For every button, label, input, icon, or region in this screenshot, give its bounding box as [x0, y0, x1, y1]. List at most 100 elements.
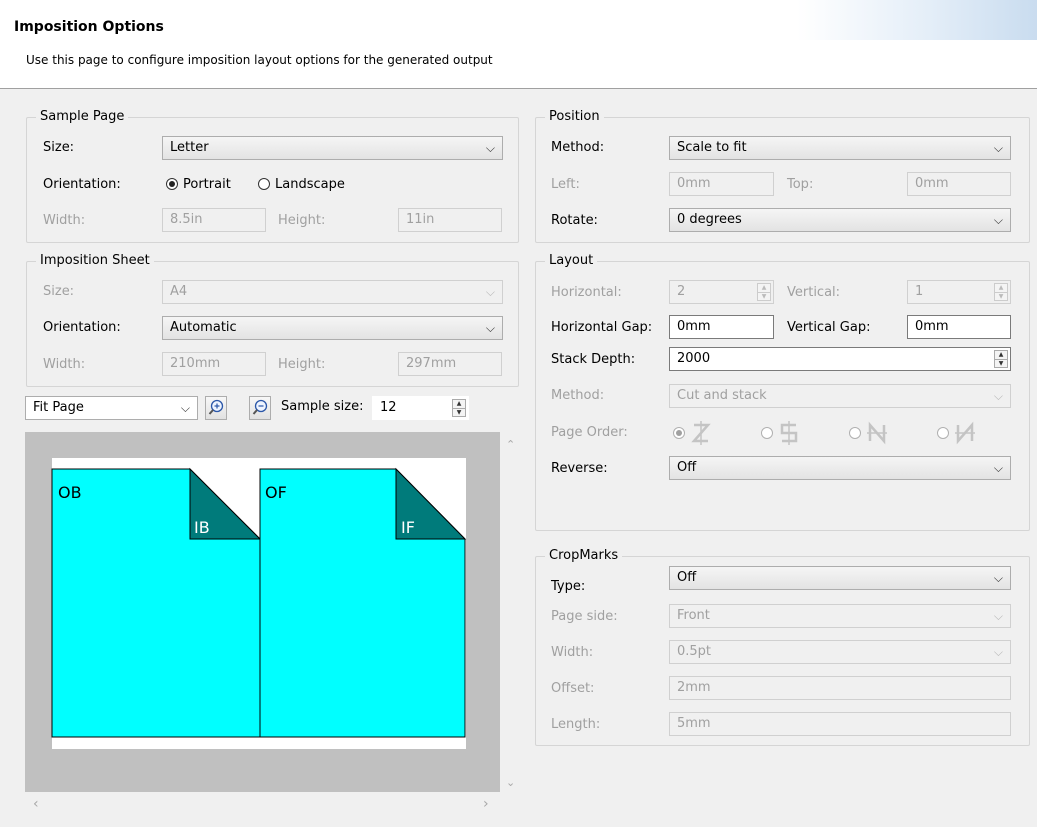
layout-title: Layout [545, 253, 598, 269]
rotate-value: 0 degrees [677, 212, 742, 227]
position-top-field[interactable]: 0mm [907, 172, 1011, 196]
sheet-orientation-label: Orientation: [43, 320, 121, 335]
sample-count-value: 12 [380, 400, 397, 415]
vertical-label: Vertical: [787, 285, 841, 300]
sheet-height-value: 297mm [406, 356, 457, 371]
crop-page-side-value: Front [677, 608, 710, 623]
chevron-down-icon: ⌵ [993, 609, 1003, 623]
stack-depth-spinner[interactable]: ▲ ▼ [994, 350, 1008, 368]
hgap-value: 0mm [677, 319, 711, 334]
zoom-in-button[interactable] [205, 396, 227, 420]
sample-width-value: 8.5in [170, 212, 203, 227]
crop-length-field[interactable]: 5mm [669, 712, 1011, 736]
chevron-down-icon: ⌵ [993, 389, 1003, 403]
sample-count-spinner[interactable]: ▲ ▼ [452, 399, 466, 417]
position-title: Position [545, 109, 604, 125]
vgap-value: 0mm [915, 319, 949, 334]
stack-depth-stepper[interactable]: 2000 ▲ ▼ [669, 347, 1011, 371]
sample-height-field[interactable]: 11in [398, 208, 502, 232]
sheet-width-field[interactable]: 210mm [162, 352, 266, 376]
rotate-label: Rotate: [551, 213, 598, 228]
vertical-spinner[interactable]: ▲ ▼ [994, 283, 1008, 301]
sample-size-label: Size: [43, 140, 75, 155]
sheet-height-field[interactable]: 297mm [398, 352, 502, 376]
vgap-field[interactable]: 0mm [907, 315, 1011, 339]
zoom-out-icon [252, 399, 268, 415]
landscape-label[interactable]: Landscape [275, 177, 345, 193]
imposition-preview: OB IB OF IF [51, 467, 467, 738]
spin-down-icon: ▼ [998, 293, 1004, 300]
crop-type-select[interactable]: Off ⌵ [669, 566, 1011, 590]
position-method-label: Method: [551, 140, 605, 155]
vertical-value: 1 [915, 284, 924, 299]
sheet-orientation-value: Automatic [170, 320, 237, 335]
page-order-radio-3[interactable] [849, 427, 861, 439]
position-method-select[interactable]: Scale to fit ⌵ [669, 136, 1011, 160]
chevron-down-icon: ⌵ [993, 645, 1003, 659]
spin-down-icon: ▼ [761, 293, 767, 300]
crop-type-label: Type: [551, 579, 586, 594]
layout-method-select[interactable]: Cut and stack ⌵ [669, 384, 1011, 408]
sample-count-label: Sample size: [281, 399, 364, 414]
page-order-radio-4[interactable] [937, 427, 949, 439]
crop-width-label: Width: [551, 645, 594, 660]
horizontal-stepper[interactable]: 2 ▲ ▼ [669, 280, 774, 304]
scroll-up-icon[interactable]: ⌃ [506, 438, 515, 451]
horizontal-spinner[interactable]: ▲ ▼ [757, 283, 771, 301]
sample-size-select[interactable]: Letter ⌵ [162, 136, 503, 160]
scroll-right-icon[interactable]: › [483, 796, 489, 812]
sample-size-value: Letter [170, 140, 209, 155]
spin-up-icon: ▲ [995, 351, 1007, 360]
reverse-label: Reverse: [551, 461, 608, 476]
crop-width-select[interactable]: 0.5pt ⌵ [669, 640, 1011, 664]
sheet-size-label: Size: [43, 284, 75, 299]
stack-depth-value: 2000 [677, 351, 711, 366]
layout-method-label: Method: [551, 388, 605, 403]
spin-up-icon: ▲ [453, 400, 465, 409]
position-left-value: 0mm [677, 176, 711, 191]
vertical-stepper[interactable]: 1 ▲ ▼ [907, 280, 1011, 304]
landscape-radio[interactable] [258, 178, 270, 190]
sheet-size-select[interactable]: A4 ⌵ [162, 280, 503, 304]
crop-page-side-label: Page side: [551, 609, 618, 624]
reverse-select[interactable]: Off ⌵ [669, 456, 1011, 480]
sheet-orientation-select[interactable]: Automatic ⌵ [162, 316, 503, 340]
zoom-select[interactable]: Fit Page ⌵ [25, 396, 198, 420]
hgap-label: Horizontal Gap: [551, 320, 653, 335]
chevron-down-icon: ⌵ [485, 285, 495, 299]
page-if-label: IF [401, 518, 415, 537]
sample-page-title: Sample Page [36, 109, 129, 125]
portrait-label[interactable]: Portrait [183, 177, 231, 193]
page-order-radio-1[interactable] [673, 427, 685, 439]
zoom-out-button[interactable] [249, 396, 271, 420]
chevron-down-icon: ⌵ [993, 461, 1003, 475]
crop-page-side-select[interactable]: Front ⌵ [669, 604, 1011, 628]
horizontal-label: Horizontal: [551, 285, 622, 300]
page-order-label: Page Order: [551, 425, 628, 440]
chevron-down-icon: ⌵ [485, 141, 495, 155]
sample-width-field[interactable]: 8.5in [162, 208, 266, 232]
header-gradient [797, 0, 1037, 40]
hgap-field[interactable]: 0mm [669, 315, 774, 339]
position-left-field[interactable]: 0mm [669, 172, 774, 196]
rotate-select[interactable]: 0 degrees ⌵ [669, 208, 1011, 232]
sample-height-value: 11in [406, 212, 435, 227]
page-order-radio-2[interactable] [761, 427, 773, 439]
chevron-down-icon: ⌵ [180, 401, 190, 415]
chevron-down-icon: ⌵ [993, 141, 1003, 155]
sample-count-input[interactable]: 12 ▲ ▼ [372, 396, 469, 420]
portrait-radio[interactable] [166, 178, 178, 190]
stack-depth-label: Stack Depth: [551, 352, 636, 367]
sheet-height-label: Height: [278, 357, 326, 372]
page-order-z-icon [691, 421, 711, 445]
layout-method-value: Cut and stack [677, 388, 767, 403]
crop-offset-field[interactable]: 2mm [669, 676, 1011, 700]
scroll-down-icon[interactable]: ⌄ [506, 776, 515, 789]
crop-type-value: Off [677, 570, 697, 585]
page-title: Imposition Options [14, 19, 164, 35]
sample-orientation-label: Orientation: [43, 177, 121, 192]
crop-length-label: Length: [551, 717, 601, 732]
chevron-down-icon: ⌵ [993, 571, 1003, 585]
scroll-left-icon[interactable]: ‹ [33, 796, 39, 812]
sheet-size-value: A4 [170, 284, 188, 299]
